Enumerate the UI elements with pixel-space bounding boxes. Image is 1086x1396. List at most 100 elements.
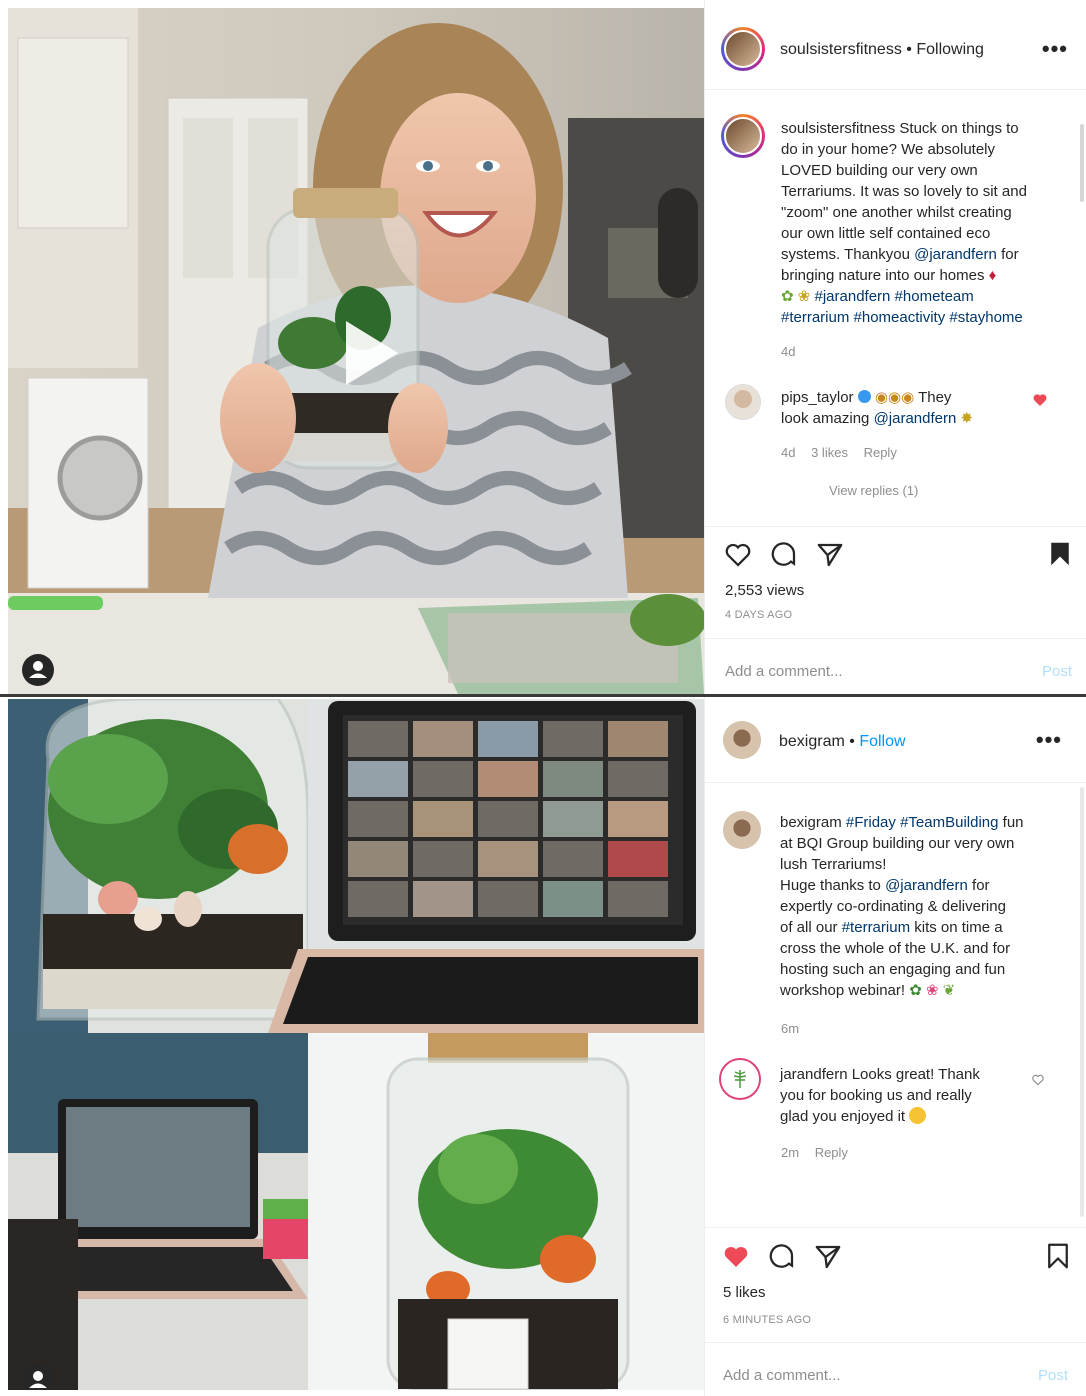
user-tag-icon[interactable] — [22, 1364, 54, 1390]
caption-avatar[interactable] — [723, 811, 761, 849]
fern-logo-icon — [733, 1070, 747, 1088]
post-comment-button[interactable]: Post — [1038, 1367, 1068, 1384]
add-comment-row: Add a comment... Post — [705, 638, 1086, 694]
caption-text: Stuck on things to — [899, 120, 1019, 137]
caption-text: our own little self contained eco — [781, 225, 991, 242]
commenter-avatar[interactable] — [725, 384, 761, 420]
comment-icon[interactable] — [767, 1242, 797, 1272]
heart-icon[interactable] — [723, 540, 753, 570]
post-1-side-panel: soulsistersfitness • Following ••• souls… — [704, 0, 1086, 694]
caption-text: LOVED building our very own — [781, 162, 978, 179]
heart-icon[interactable] — [721, 1242, 751, 1272]
mention-link[interactable]: @jarandfern — [914, 246, 997, 263]
post-2-side-panel: bexigram • Follow ••• bexigram #Friday #… — [704, 697, 1086, 1396]
add-comment-input[interactable]: Add a comment... — [723, 1367, 841, 1384]
separator: • — [849, 733, 855, 750]
add-comment-row: Add a comment... Post — [705, 1342, 1086, 1396]
play-icon[interactable] — [326, 313, 406, 393]
bookmark-icon[interactable] — [1043, 1241, 1073, 1271]
commenter-avatar[interactable] — [719, 1058, 761, 1100]
comment-username[interactable]: jarandfern — [780, 1066, 848, 1083]
caption-text: "zoom" one another whilst creating — [781, 204, 1012, 221]
comments-scrollbar[interactable] — [1080, 124, 1084, 202]
likes-count[interactable]: 5 likes — [723, 1284, 766, 1301]
post-comment-button[interactable]: Post — [1042, 663, 1072, 680]
comment-mention-link[interactable]: @jarandfern — [874, 410, 957, 427]
avatar[interactable] — [723, 721, 761, 759]
caption-text: of all our — [780, 919, 838, 936]
flower-emoji-icon: ❀ — [797, 288, 811, 305]
caption-text: Huge thanks to — [780, 877, 881, 894]
post-1-video[interactable] — [8, 8, 704, 694]
verified-icon — [857, 390, 871, 403]
view-replies-button[interactable]: View replies (1) — [829, 483, 918, 498]
user-tag-icon[interactable] — [22, 654, 54, 686]
reply-button[interactable]: Reply — [815, 1145, 848, 1160]
comment-time: 2m — [781, 1145, 800, 1160]
caption-username[interactable]: bexigram — [780, 814, 842, 831]
comment-meta: 4d 3 likes Reply — [781, 445, 909, 460]
avatar[interactable] — [721, 27, 765, 71]
caption-text: fun — [1002, 814, 1024, 831]
comment-text: glad you enjoyed it — [780, 1108, 906, 1125]
reply-button[interactable]: Reply — [864, 445, 897, 460]
share-icon[interactable] — [815, 540, 845, 570]
comment-meta: 2m Reply — [781, 1145, 860, 1160]
follow-button[interactable]: Follow — [859, 733, 905, 750]
caption-timestamp: 4d — [781, 344, 796, 359]
hashtag-link[interactable]: #Friday — [846, 814, 896, 831]
post-2-comment: jarandfern Looks great! Thank you for bo… — [780, 1064, 1030, 1127]
post-2-header-name: bexigram • Follow — [779, 733, 906, 751]
user-tag-glyph — [29, 1371, 47, 1388]
caption-text: kits on time a — [914, 919, 1003, 936]
more-options-button[interactable]: ••• — [1042, 36, 1068, 62]
caption-username[interactable]: soulsistersfitness — [781, 120, 895, 137]
comment-icon[interactable] — [769, 540, 799, 570]
comment-like-heart-icon[interactable] — [1031, 1073, 1045, 1087]
add-comment-input[interactable]: Add a comment... — [725, 663, 843, 680]
comment-like-heart-icon[interactable] — [1032, 392, 1048, 408]
post-age: 6 MINUTES AGO — [723, 1314, 812, 1326]
post-age: 4 DAYS AGO — [725, 609, 793, 621]
hashtag-link[interactable]: #terrarium — [842, 919, 910, 936]
views-count[interactable]: 2,553 views — [725, 582, 804, 599]
comment-text: look amazing — [781, 410, 870, 427]
comment-text: They — [918, 389, 952, 406]
comments-scrollbar[interactable] — [1080, 787, 1084, 1217]
comment-likes[interactable]: 3 likes — [811, 445, 848, 460]
post-2-header: bexigram • Follow ••• — [705, 697, 1086, 783]
hashtag-links[interactable]: #terrarium #homeactivity #stayhome — [781, 309, 1023, 326]
user-tag-glyph — [29, 661, 47, 678]
hashtag-link[interactable]: #TeamBuilding — [900, 814, 998, 831]
more-options-button[interactable]: ••• — [1036, 727, 1062, 753]
post-1-caption: soulsistersfitness Stuck on things to do… — [781, 118, 1053, 328]
sparkle-emoji-icon: ✸ — [960, 410, 974, 427]
flower-emoji-icon: ❀ — [925, 982, 939, 999]
caption-text: lush Terrariums! — [780, 856, 887, 873]
caption-text: bringing nature into our homes — [781, 267, 985, 284]
username-link[interactable]: bexigram — [779, 733, 845, 750]
caption-text: Terrariums. It was so lovely to sit and — [781, 183, 1027, 200]
post-2-actions: 5 likes 6 MINUTES AGO — [705, 1227, 1086, 1337]
comment-time: 4d — [781, 445, 796, 460]
emoji-group-icon: ◉◉◉ — [874, 389, 915, 406]
hashtag-links[interactable]: #jarandfern #hometeam — [815, 288, 974, 305]
post-1: soulsistersfitness • Following ••• souls… — [0, 0, 1086, 694]
post-2-caption: bexigram #Friday #TeamBuilding fun at BQ… — [780, 812, 1060, 1001]
caption-text: cross the whole of the U.K. and for — [780, 940, 1011, 957]
share-icon[interactable] — [813, 1242, 843, 1272]
following-button[interactable]: Following — [916, 41, 984, 58]
mention-link[interactable]: @jarandfern — [885, 877, 968, 894]
username-link[interactable]: soulsistersfitness — [780, 41, 902, 58]
caption-text: at BQI Group building our very own — [780, 835, 1015, 852]
smile-emoji-icon — [909, 1107, 927, 1124]
plant-emoji-icon: ✿ — [909, 982, 922, 999]
caption-text: do in your home? We absolutely — [781, 141, 996, 158]
post-2-photo-collage[interactable] — [8, 699, 704, 1390]
caption-text: for — [972, 877, 990, 894]
caption-avatar[interactable] — [721, 114, 765, 158]
comment-username[interactable]: pips_taylor — [781, 389, 854, 406]
bookmark-icon[interactable] — [1045, 539, 1075, 569]
caption-text: expertly co-ordinating & delivering — [780, 898, 1006, 915]
post-1-actions: 2,553 views 4 DAYS AGO — [705, 526, 1086, 636]
